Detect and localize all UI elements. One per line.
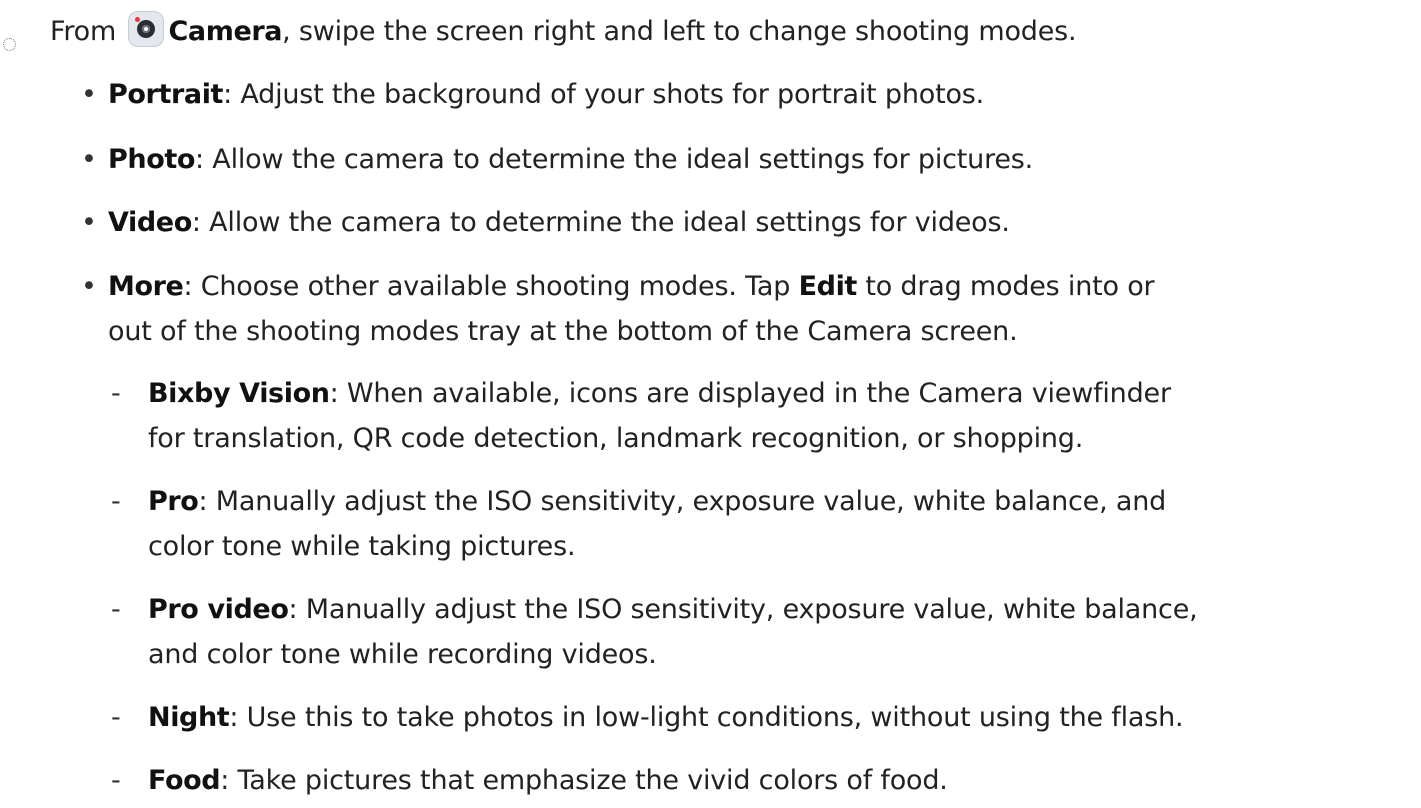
mode-description: : Allow the camera to determine the idea… [195,144,1034,175]
sub-mode-description-line2: and color tone while recording videos. [148,639,657,670]
bullet-icon: • [81,207,97,238]
sub-mode-description: : Manually adjust the ISO sensitivity, e… [198,486,1167,517]
dash-icon: - [111,702,121,733]
sub-mode-description-line2: color tone while taking pictures. [148,531,576,562]
step-prefix: From [50,16,117,47]
manual-page: From Camera, swipe the screen right and … [0,0,1421,808]
mode-description: : Allow the camera to determine the idea… [191,207,1010,238]
dash-icon: - [111,765,121,796]
camera-app-icon [128,11,165,47]
mode-name: Photo [108,144,196,175]
edit-label: Edit [798,271,858,302]
mode-name: Video [108,207,192,238]
dash-icon: - [111,378,121,409]
mode-description-line2: out of the shooting modes tray at the bo… [108,316,1018,347]
sub-mode-name: Bixby Vision [148,378,330,409]
mode-description: : Choose other available shooting modes.… [183,271,799,302]
mode-description: : Adjust the background of your shots fo… [223,79,985,110]
sub-mode-description: : When available, icons are displayed in… [329,378,1171,409]
step-instruction: , swipe the screen right and left to cha… [282,16,1077,47]
sub-mode-description-line2: for translation, QR code detection, land… [148,423,1084,454]
sub-mode-description: : Manually adjust the ISO sensitivity, e… [288,594,1198,625]
mode-description-cont: to drag modes into or [856,271,1155,302]
mode-name: More [108,271,184,302]
sub-mode-name: Pro video [148,594,289,625]
bullet-icon: • [81,79,97,110]
sub-mode-name: Night [148,702,230,733]
sub-mode-description: : Use this to take photos in low-light c… [229,702,1184,733]
sub-mode-name: Pro [148,486,199,517]
sub-mode-description: : Take pictures that emphasize the vivid… [220,765,948,796]
mode-name: Portrait [108,79,224,110]
bullet-icon: • [81,271,97,302]
step-circle-icon [3,38,16,51]
step-text: From Camera, swipe the screen right and … [50,11,1077,52]
camera-app-name: Camera [168,16,283,47]
dash-icon: - [111,486,121,517]
dash-icon: - [111,594,121,625]
bullet-icon: • [81,144,97,175]
sub-mode-name: Food [148,765,221,796]
